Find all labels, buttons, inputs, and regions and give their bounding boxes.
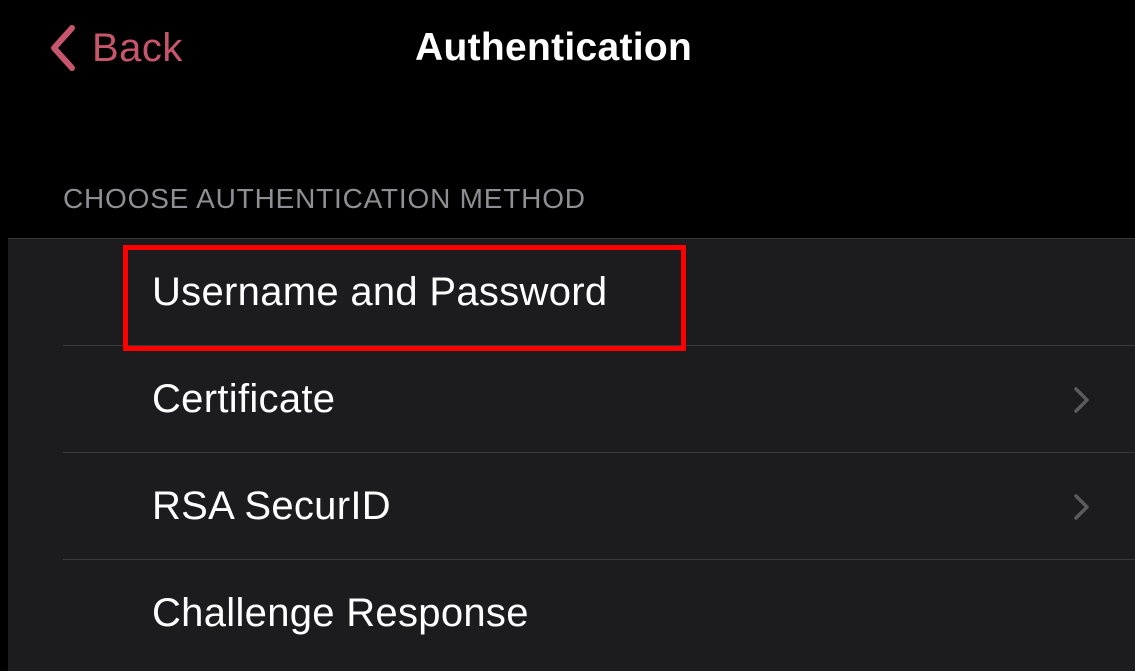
authentication-screen: Back Authentication CHOOSE AUTHENTICATIO… <box>8 8 1135 671</box>
method-row-rsa-securid[interactable]: RSA SecurID <box>8 453 1135 560</box>
method-row-challenge-response[interactable]: Challenge Response <box>8 560 1135 667</box>
method-row-username-password[interactable]: Username and Password <box>8 239 1135 346</box>
back-button-label: Back <box>92 25 183 70</box>
method-label: Challenge Response <box>152 591 529 635</box>
chevron-right-icon <box>1074 387 1089 413</box>
method-label: RSA SecurID <box>152 484 391 528</box>
page-title: Authentication <box>415 26 693 69</box>
method-label: Username and Password <box>152 270 608 314</box>
section-header: CHOOSE AUTHENTICATION METHOD <box>63 183 586 214</box>
navigation-bar: Back Authentication <box>8 8 1135 98</box>
chevron-right-icon <box>1074 494 1089 520</box>
method-row-certificate[interactable]: Certificate <box>8 346 1135 453</box>
back-button[interactable]: Back <box>42 22 183 74</box>
chevron-left-icon <box>51 25 75 71</box>
authentication-method-list: Username and Password Certificate RSA Se… <box>8 238 1135 671</box>
method-label: Certificate <box>152 377 336 421</box>
